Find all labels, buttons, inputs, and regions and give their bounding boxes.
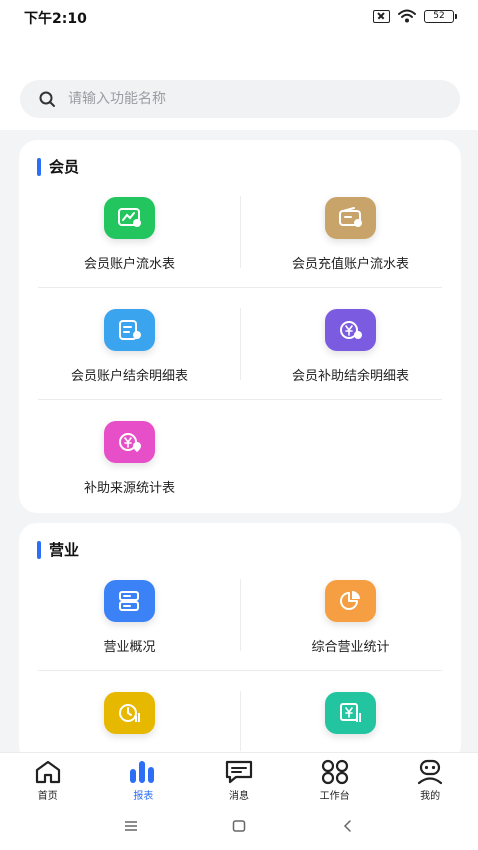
back-chevron-icon	[343, 820, 351, 832]
section-title-text: 会员	[49, 158, 80, 176]
balance-detail-icon	[118, 320, 141, 340]
home-icon	[35, 760, 60, 784]
currency-stats-icon	[339, 703, 361, 722]
icon-tile	[325, 580, 376, 622]
tab-profile[interactable]: 我的	[382, 753, 478, 804]
nav-home-button[interactable]	[227, 816, 251, 836]
report-item-member-account-flow[interactable]: 会员账户流水表	[19, 186, 240, 298]
icon-tile	[104, 309, 155, 351]
report-item-label: 会员账户结余明细表	[70, 369, 188, 384]
battery-icon: 52	[424, 9, 457, 23]
report-item-label: 会员充值账户流水表	[291, 257, 409, 272]
icon-tile	[104, 692, 155, 734]
report-item-comprehensive-business-stats[interactable]: 综合营业统计	[240, 569, 461, 681]
icon-tile	[104, 580, 155, 622]
tab-messages[interactable]: 消息	[191, 753, 287, 804]
section-accent-bar	[37, 540, 41, 559]
wifi-icon	[398, 9, 416, 23]
tab-label: 工作台	[319, 791, 350, 802]
no-sim-icon	[373, 9, 390, 23]
icon-tile	[104, 197, 155, 239]
status-time: 下午2:10	[24, 11, 87, 27]
member-section: 会员 会员账户流水表 会员充值账户流水表 会员账户结余明细表 会员补助结余明细表…	[19, 140, 461, 513]
bar-chart-icon	[130, 761, 155, 783]
tab-workbench[interactable]: 工作台	[287, 753, 383, 804]
nav-menu-button[interactable]	[119, 816, 143, 836]
message-icon	[225, 760, 253, 784]
report-item-label: 会员账户流水表	[83, 257, 175, 272]
square-icon	[232, 820, 246, 832]
subsidy-source-icon	[118, 433, 141, 452]
search-input[interactable]	[68, 91, 428, 107]
tab-label: 首页	[37, 791, 58, 802]
report-item-subsidy-source[interactable]: 补助来源统计表	[19, 410, 240, 522]
recharge-wallet-icon	[338, 207, 362, 227]
section-title: 会员	[37, 156, 79, 177]
profile-icon	[418, 759, 443, 785]
report-item-label: 综合营业统计	[311, 640, 390, 655]
menu-icon	[125, 821, 137, 831]
section-title: 营业	[37, 539, 79, 560]
header	[0, 34, 478, 130]
system-nav-bar	[0, 804, 478, 850]
icon-tile	[325, 692, 376, 734]
search-bar[interactable]	[20, 80, 460, 118]
time-stats-icon	[118, 704, 140, 722]
tab-reports[interactable]: 报表	[96, 753, 192, 804]
tab-label: 报表	[133, 791, 154, 802]
pie-chart-icon	[339, 591, 360, 610]
workbench-grid-icon	[321, 759, 348, 785]
icon-tile	[325, 197, 376, 239]
business-overview-icon	[118, 591, 139, 611]
report-item-member-recharge-flow[interactable]: 会员充值账户流水表	[240, 186, 461, 298]
account-flow-icon	[117, 208, 141, 227]
tab-home[interactable]: 首页	[0, 753, 96, 804]
section-accent-bar	[37, 157, 41, 176]
business-section: 营业 营业概况 综合营业统计	[19, 523, 461, 763]
status-icons: 52	[373, 9, 457, 23]
tab-label: 消息	[228, 791, 249, 802]
report-item-business-overview[interactable]: 营业概况	[19, 569, 240, 681]
bottom-tab-bar: 首页 报表 消息 工作台 我的	[0, 752, 478, 804]
section-title-text: 营业	[49, 541, 80, 559]
report-item-member-subsidy-balance[interactable]: 会员补助结余明细表	[240, 298, 461, 410]
report-item-label: 会员补助结余明细表	[291, 369, 409, 384]
icon-tile	[325, 309, 376, 351]
report-item-member-balance-detail[interactable]: 会员账户结余明细表	[19, 298, 240, 410]
tab-label: 我的	[420, 791, 441, 802]
icon-tile	[104, 421, 155, 463]
report-item-label: 营业概况	[103, 640, 156, 655]
report-item-label: 补助来源统计表	[83, 481, 175, 496]
search-icon	[39, 91, 55, 107]
nav-back-button[interactable]	[336, 816, 360, 836]
subsidy-balance-icon	[339, 321, 362, 339]
status-bar: 下午2:10 52	[0, 0, 478, 34]
